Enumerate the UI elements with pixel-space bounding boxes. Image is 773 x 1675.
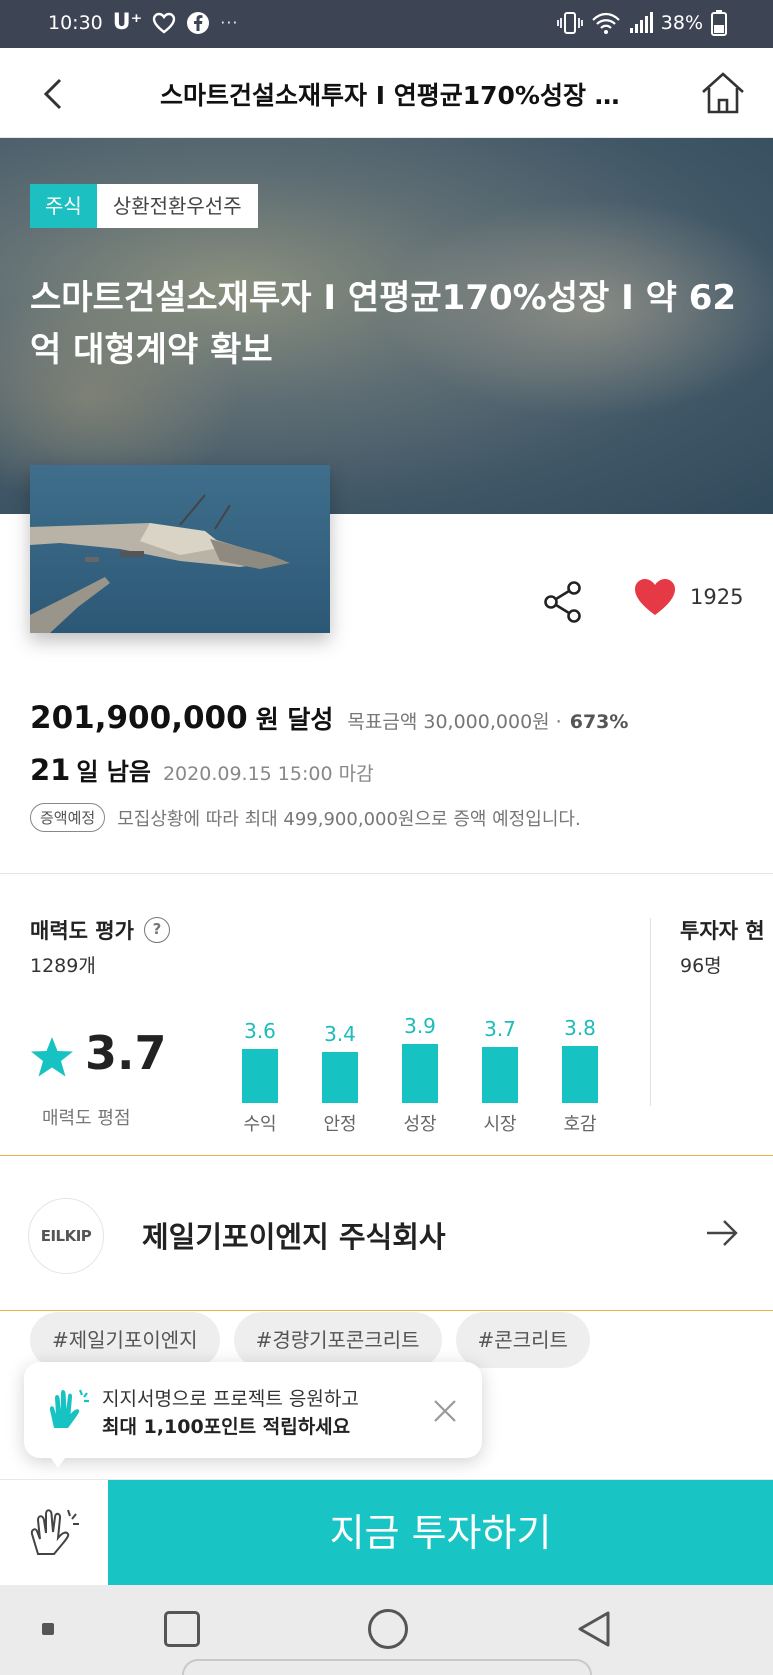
share-icon[interactable] [542,580,586,624]
days-left: 21 [30,753,71,787]
rating-bar-fill [402,1044,438,1103]
hashtag[interactable]: #제일기포이엔지 [30,1312,220,1368]
hashtag[interactable]: #경량기포콘크리트 [233,1312,442,1368]
investor-count: 96명 [680,955,722,977]
target-amount: 목표금액 30,000,000원 · [347,711,562,733]
facebook-icon [187,11,210,34]
heart-icon [153,12,176,34]
hero-tags: 주식 상환전환우선주 [30,184,258,228]
home-icon[interactable] [699,70,747,116]
hero-banner: 주식 상환전환우선주 스마트건설소재투자 I 연평균170%성장 I 약 62억… [0,138,773,514]
company-logo-text: EILKIP [40,1227,92,1245]
rating-bar-value: 3.9 [404,1014,436,1038]
help-icon[interactable]: ? [143,917,170,943]
status-bar: 10:30 U⁺ ··· 38% [0,0,773,48]
rating-bar-label: 안정 [323,1114,357,1135]
rating-bar: 3.6 수익 [230,975,290,1145]
rating-bar-fill [562,1046,598,1103]
rating-bar-value: 3.7 [484,1017,516,1041]
investor-title: 투자자 현 [680,919,765,943]
chevron-left-icon[interactable] [34,74,74,114]
nav-indicator-icon [42,1623,54,1635]
battery-percent: 38% [660,12,703,34]
average-score: 3.7 [85,1026,167,1080]
tooltip-line-2: 최대 1,100포인트 적립하세요 [102,1416,351,1438]
increase-note: 모집상황에 따라 최대 499,900,000원으로 증액 예정입니다. [117,808,581,830]
rating-title: 매력도 평가 [30,919,134,943]
days-left-suffix: 일 남음 [76,758,151,786]
tag-stock: 주식 [30,184,97,228]
clapping-hands-icon [30,1509,79,1555]
support-tooltip: 지지서명으로 프로젝트 응원하고 최대 1,100포인트 적립하세요 [24,1362,482,1468]
rating-bar-fill [482,1047,518,1103]
project-title: 스마트건설소재투자 I 연평균170%성장 I 약 62억 대형계약 확보 [30,278,737,370]
recent-apps-icon[interactable] [164,1611,200,1647]
system-nav-bar [0,1585,773,1675]
average-label: 매력도 평점 [42,1108,131,1129]
deadline: 2020.09.15 15:00 마감 [162,763,374,785]
funding-percent: 673% [569,711,629,733]
funding-summary: 201,900,000 원 달성 목표금액 30,000,000원 · 673%… [30,700,750,832]
arrow-right-icon [707,1220,738,1246]
company-card[interactable]: EILKIP 제일기포이엔지 주식회사 [0,1155,773,1311]
divider [0,873,773,874]
rating-bar-label: 수익 [243,1114,277,1135]
rating-bar: 3.8 호감 [550,975,610,1145]
investor-status[interactable]: 투자자 현 96명 [680,915,765,978]
divider [650,918,651,1106]
raised-amount: 201,900,000 [30,700,248,736]
overflow-dots: ··· [220,13,239,32]
heart-icon [635,579,675,615]
rating-bar-value: 3.4 [324,1022,356,1046]
increase-badge: 증액예정 [30,803,106,832]
rating-bar: 3.9 성장 [390,975,450,1145]
company-name: 제일기포이엔지 주식회사 [142,1220,446,1254]
vibrate-icon [556,12,583,34]
star-icon [31,1037,73,1077]
rating-bar-label: 호감 [563,1114,597,1135]
gesture-handle [182,1659,592,1675]
like-button[interactable]: 1925 [634,578,743,616]
status-time: 10:30 [48,11,103,34]
tooltip-tail [48,1454,68,1468]
rating-bar-label: 성장 [403,1114,437,1135]
rating-bar: 3.7 시장 [470,975,530,1145]
invest-now-button[interactable]: 지금 투자하기 [108,1480,773,1586]
system-back-icon[interactable] [574,1609,614,1649]
rating-bar-value: 3.6 [244,1019,276,1043]
carrier-label: U⁺ [112,10,143,35]
battery-icon [711,10,727,36]
bottom-action-bar: 지금 투자하기 [0,1479,773,1586]
hashtag[interactable]: #콘크리트 [455,1312,590,1368]
like-count: 1925 [690,585,744,609]
wifi-icon [591,12,620,34]
page-title: 스마트건설소재투자 I 연평균170%성장 I 약 62억 대형계약 확보 [160,81,620,110]
signal-icon [629,12,653,33]
attractiveness-rating: 매력도 평가 ? 1289개 3.7 매력도 평점 3.6 수익 3.4 안정 3.9 성… [30,915,670,1135]
rating-bar: 3.4 안정 [310,975,370,1145]
rating-bar-value: 3.8 [564,1016,596,1040]
clapping-hands-icon [49,1389,89,1428]
top-nav: 스마트건설소재투자 I 연평균170%성장 I 약 62억 대형계약 확보 [0,48,773,138]
rating-bar-fill [242,1049,278,1103]
tooltip-line-1: 지지서명으로 프로젝트 응원하고 [102,1388,359,1410]
company-logo: EILKIP [28,1198,104,1274]
rating-bar-fill [322,1052,358,1103]
hashtag-list: #제일기포이엔지 #경량기포콘크리트 #콘크리트 [30,1312,590,1368]
system-home-icon[interactable] [368,1609,408,1649]
raised-suffix: 원 달성 [255,705,334,734]
rating-count: 1289개 [30,955,96,977]
project-thumbnail [30,465,330,633]
tag-security-type: 상환전환우선주 [96,184,258,228]
support-button[interactable] [0,1480,108,1586]
rating-bar-label: 시장 [483,1114,517,1135]
rating-bars: 3.6 수익 3.4 안정 3.9 성장 3.7 시장 3.8 호감 [230,975,650,1145]
close-icon[interactable] [432,1398,458,1424]
